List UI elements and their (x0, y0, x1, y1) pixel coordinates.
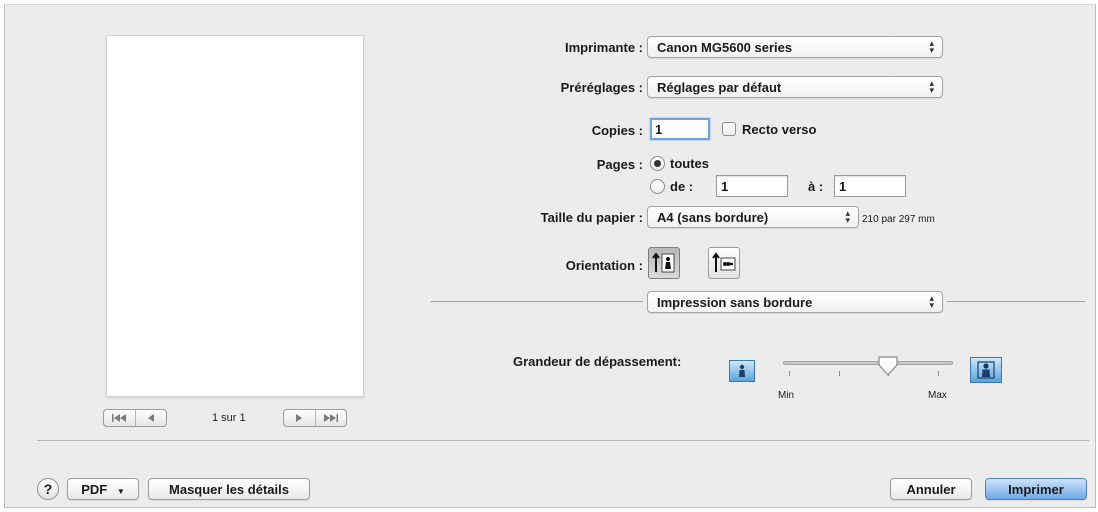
small-extension-icon (729, 360, 755, 382)
printer-value: Canon MG5600 series (657, 40, 793, 55)
popup-arrows-icon: ▴ ▾ (929, 38, 934, 55)
previous-page-icon[interactable] (134, 410, 167, 426)
section-divider-right (947, 301, 1085, 302)
first-page-icon[interactable] (104, 410, 135, 426)
print-button[interactable]: Imprimer (985, 478, 1087, 500)
extension-slider-knob[interactable] (877, 355, 899, 377)
pdf-label: PDF (81, 482, 108, 497)
paper-size-value: A4 (sans bordure) (657, 210, 769, 225)
paper-dimensions: 210 par 297 mm (862, 214, 935, 225)
page-preview (106, 35, 364, 397)
pages-from-label: de : (670, 179, 694, 194)
pages-label: Pages : (596, 157, 643, 172)
large-extension-icon (970, 357, 1002, 383)
printer-popup[interactable]: Canon MG5600 series ▴ ▾ (647, 36, 943, 58)
slider-max-label: Max (928, 390, 947, 401)
pages-to-label: à : (808, 179, 824, 194)
cancel-button[interactable]: Annuler (890, 478, 972, 500)
paper-size-label: Taille du papier : (540, 210, 643, 225)
footer-divider (37, 440, 1089, 441)
duplex-checkbox[interactable] (722, 122, 736, 136)
popup-arrows-icon: ▴ ▾ (929, 293, 934, 310)
extension-label: Grandeur de dépassement: (513, 354, 682, 369)
paper-size-popup[interactable]: A4 (sans bordure) ▴ ▾ (647, 206, 859, 228)
slider-tick (789, 371, 790, 376)
orientation-label: Orientation : (565, 258, 643, 273)
hide-details-button[interactable]: Masquer les détails (148, 478, 310, 500)
portrait-orientation-icon (652, 252, 675, 273)
popup-arrows-icon: ▴ ▾ (929, 78, 934, 95)
landscape-orientation-icon (712, 252, 736, 272)
page-count: 1 sur 1 (212, 412, 246, 424)
presets-value: Réglages par défaut (657, 80, 782, 95)
slider-tick (938, 371, 939, 376)
copies-label: Copies : (591, 123, 643, 138)
pages-to-field[interactable]: 1 (834, 175, 906, 197)
slider-tick (839, 371, 840, 376)
printer-label: Imprimante : (564, 40, 643, 55)
section-value: Impression sans bordure (657, 295, 813, 310)
copies-field[interactable]: 1 (650, 118, 710, 140)
presets-label: Préréglages : (560, 80, 643, 95)
pdf-menu-button[interactable]: PDF ▼ (67, 478, 139, 500)
portrait-orientation-button[interactable] (648, 247, 680, 279)
landscape-orientation-button[interactable] (708, 247, 740, 279)
next-page-icon[interactable] (284, 410, 315, 426)
popup-arrows-icon: ▴ ▾ (845, 208, 850, 225)
section-divider-left (431, 301, 643, 302)
pages-from-field[interactable]: 1 (716, 175, 788, 197)
preview-nav-forward-group (283, 409, 347, 427)
preview-nav-back-group (103, 409, 167, 427)
chevron-down-icon: ▼ (116, 487, 125, 496)
last-page-icon[interactable] (314, 410, 347, 426)
duplex-label: Recto verso (742, 122, 817, 137)
pages-range-radio[interactable] (650, 179, 665, 194)
section-popup[interactable]: Impression sans bordure ▴ ▾ (647, 291, 943, 313)
slider-min-label: Min (778, 390, 795, 401)
presets-popup[interactable]: Réglages par défaut ▴ ▾ (647, 76, 943, 98)
help-button[interactable]: ? (37, 478, 59, 500)
pages-all-label: toutes (670, 156, 709, 171)
extension-slider[interactable] (783, 361, 953, 365)
pages-all-radio[interactable] (650, 156, 665, 171)
print-dialog: 1 sur 1 Imprimante : Canon MG5600 series… (4, 4, 1096, 508)
